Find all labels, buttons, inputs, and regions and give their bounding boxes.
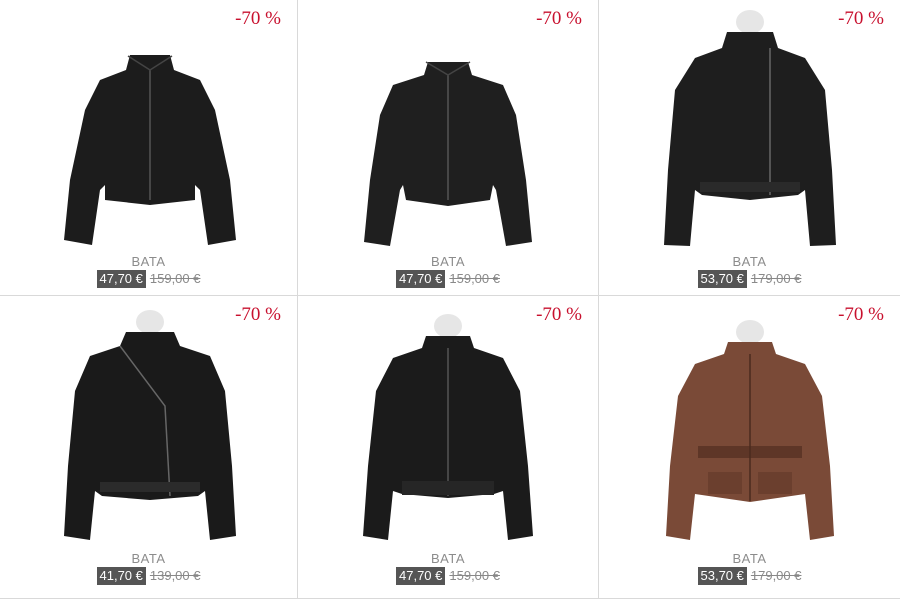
- sale-price: 47,70 €: [396, 270, 446, 288]
- sale-price: 53,70 €: [697, 270, 747, 288]
- original-price: 159,00 €: [449, 271, 500, 286]
- brand-label: BATA: [430, 551, 466, 566]
- original-price: 159,00 €: [449, 568, 500, 583]
- product-card[interactable]: -70 % BATA 47,70 €159,00 €: [0, 0, 298, 296]
- product-image[interactable]: [0, 0, 297, 250]
- original-price: 159,00 €: [149, 271, 201, 286]
- sale-price: 47,70 €: [96, 270, 146, 288]
- brand-label: BATA: [430, 254, 466, 269]
- original-price: 139,00 €: [149, 568, 201, 583]
- brand-label: BATA: [732, 551, 767, 566]
- product-image[interactable]: [599, 0, 900, 250]
- product-grid: -70 % BATA 47,70 €159,00 € -70 % BATA 47…: [0, 0, 900, 599]
- product-card[interactable]: -70 % BATA 41,70 €139,00 €: [0, 296, 298, 599]
- product-image[interactable]: [298, 296, 598, 546]
- brand-label: BATA: [732, 254, 767, 269]
- original-price: 179,00 €: [750, 271, 802, 286]
- sale-price: 41,70 €: [96, 567, 146, 585]
- product-card[interactable]: -70 % BATA 47,70 €159,00 €: [298, 296, 599, 599]
- product-image[interactable]: [599, 296, 900, 546]
- brand-label: BATA: [131, 551, 166, 566]
- original-price: 179,00 €: [750, 568, 802, 583]
- product-card[interactable]: -70 % BATA 53,70 €179,00 €: [599, 0, 900, 296]
- brand-label: BATA: [131, 254, 166, 269]
- sale-price: 53,70 €: [697, 567, 747, 585]
- sale-price: 47,70 €: [396, 567, 446, 585]
- product-image[interactable]: [298, 0, 598, 250]
- product-image[interactable]: [0, 296, 297, 546]
- product-card[interactable]: -70 % BATA 47,70 €159,00 €: [298, 0, 599, 296]
- product-card[interactable]: -70 % BATA 53,70 €179,00 €: [599, 296, 900, 599]
